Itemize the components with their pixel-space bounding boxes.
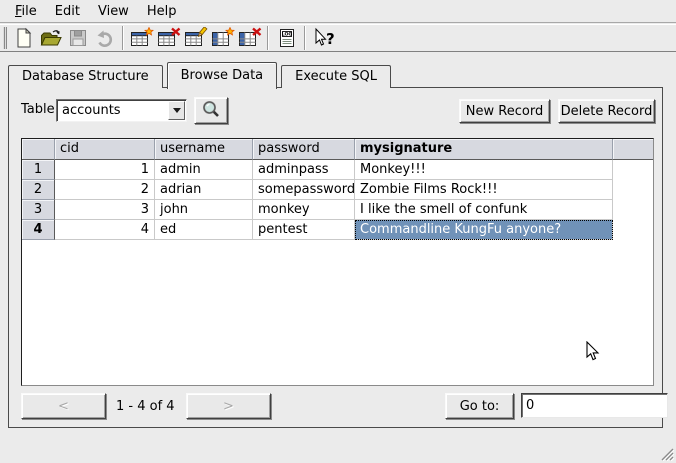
cell-mysignature[interactable]: Zombie Films Rock!!! [355,180,613,200]
menu-edit[interactable]: Edit [46,2,89,21]
cell-mysignature[interactable]: Monkey!!! [355,160,613,180]
delete-index-icon [238,27,262,49]
search-button[interactable] [194,97,228,124]
menu-view[interactable]: View [89,2,138,21]
grid-corner-header[interactable] [22,139,55,160]
delete-table-icon [157,27,181,49]
cell-password[interactable]: adminpass [253,160,355,180]
menu-bar: File Edit View Help [0,0,676,23]
create-index-icon [211,27,235,49]
toolbar-separator [267,26,269,50]
cell-username[interactable]: john [155,200,253,220]
create-index-button[interactable] [209,26,236,51]
column-header-cid[interactable]: cid [55,139,155,160]
whats-this-button[interactable]: ? [310,26,337,51]
menu-file[interactable]: File [6,2,46,21]
modify-table-icon [184,27,208,49]
cell-cid[interactable]: 2 [55,180,155,200]
data-grid: cid username password mysignature 1 1 ad… [21,138,654,386]
cell-cid[interactable]: 1 [55,160,155,180]
row-header[interactable]: 3 [22,200,55,220]
cell-username[interactable]: admin [155,160,253,180]
next-page-button[interactable]: > [186,393,271,419]
toolbar-separator [304,26,306,50]
create-table-button[interactable] [128,26,155,51]
save-database-button[interactable] [64,26,91,51]
open-database-icon [39,27,63,49]
new-database-icon [13,27,35,49]
log-icon: LOG [276,27,298,49]
table-row: 2 2 adrian somepassword Zombie Films Roc… [22,180,653,200]
app-window: { "menu": { "items": [ { "label": "File"… [0,0,676,463]
table-select-value: accounts [57,103,168,118]
modify-table-button[interactable] [182,26,209,51]
delete-record-button[interactable]: Delete Record [558,99,655,123]
previous-page-button[interactable]: < [21,393,106,419]
goto-record-input[interactable] [521,393,668,418]
log-button[interactable]: LOG [273,26,300,51]
table-label: Table: [21,102,59,117]
new-record-button[interactable]: New Record [459,99,550,123]
table-select[interactable]: accounts [56,99,187,122]
new-database-button[interactable] [10,26,37,51]
tab-execute-sql[interactable]: Execute SQL [281,65,391,88]
cell-password[interactable]: somepassword [253,180,355,200]
toolbar-separator [122,26,124,50]
search-icon [201,99,221,123]
column-header-mysignature[interactable]: mysignature [355,139,613,160]
whats-this-icon: ? [312,27,336,49]
cell-cid[interactable]: 3 [55,200,155,220]
table-row: 4 4 ed pentest Commandline KungFu anyone… [22,220,653,240]
row-header[interactable]: 4 [22,220,55,240]
revert-icon [94,27,116,49]
open-database-button[interactable] [37,26,64,51]
table-select-dropdown-button[interactable] [168,101,185,120]
revert-button[interactable] [91,26,118,51]
delete-index-button[interactable] [236,26,263,51]
browse-data-pane: Table: accounts New Record Delete Record… [8,87,663,428]
grid-header-row: cid username password mysignature [22,139,653,160]
cell-mysignature[interactable]: I like the smell of confunk [355,200,613,220]
cell-username[interactable]: ed [155,220,253,240]
delete-table-button[interactable] [155,26,182,51]
column-header-password[interactable]: password [253,139,355,160]
table-row: 1 1 admin adminpass Monkey!!! [22,160,653,180]
save-database-icon [67,27,89,49]
record-range-label: 1 - 4 of 4 [116,399,186,414]
toolbar: LOG ? [0,24,676,52]
svg-text:?: ? [326,30,335,48]
column-header-username[interactable]: username [155,139,253,160]
cell-cid[interactable]: 4 [55,220,155,240]
cell-username[interactable]: adrian [155,180,253,200]
goto-button[interactable]: Go to: [445,393,514,419]
row-header[interactable]: 2 [22,180,55,200]
cell-password[interactable]: pentest [253,220,355,240]
create-table-icon [130,27,154,49]
table-row: 3 3 john monkey I like the smell of conf… [22,200,653,220]
cell-password[interactable]: monkey [253,200,355,220]
tab-bar: Database Structure Browse Data Execute S… [8,61,395,88]
menu-help[interactable]: Help [138,2,186,21]
column-header-filler [613,139,653,160]
tab-browse-data[interactable]: Browse Data [167,62,278,89]
cell-mysignature-selected[interactable]: Commandline KungFu anyone? [355,220,613,240]
tab-database-structure[interactable]: Database Structure [8,65,163,88]
toolbar-drag-handle[interactable] [3,27,7,49]
row-header[interactable]: 1 [22,160,55,180]
resize-grip[interactable] [659,446,674,461]
svg-text:LOG: LOG [281,32,292,38]
chevron-down-icon [173,108,181,113]
